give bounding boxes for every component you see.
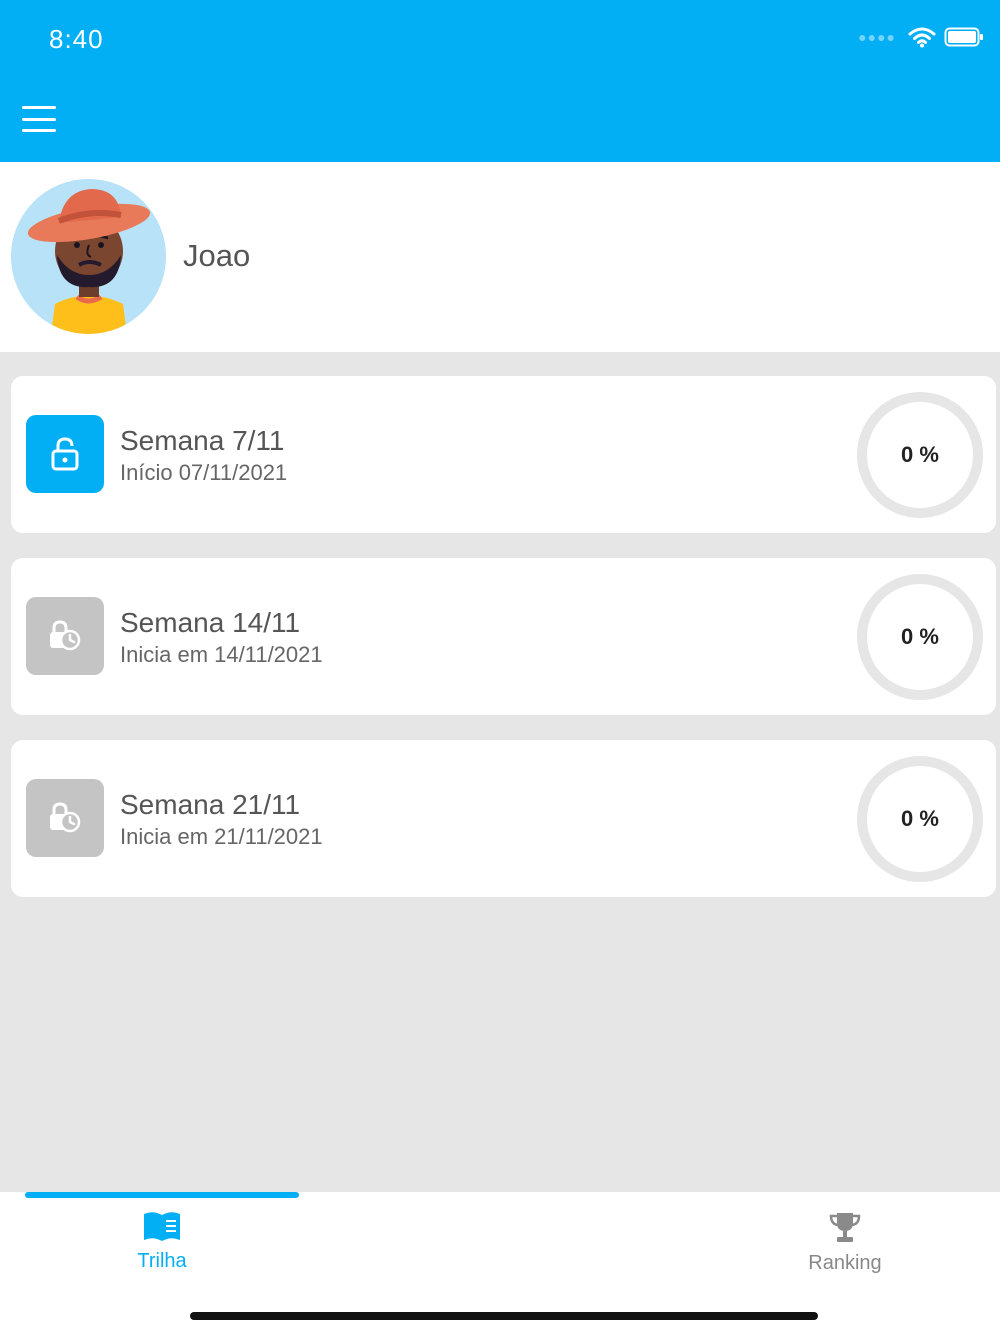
tab-ranking[interactable]: Ranking <box>765 1210 925 1280</box>
hamburger-menu-icon[interactable] <box>22 106 56 132</box>
battery-icon <box>944 27 983 47</box>
week-start-date: Inicia em 21/11/2021 <box>120 824 323 849</box>
week-card[interactable]: Semana 7/11 Início 07/11/2021 0 % <box>11 376 996 533</box>
week-title: Semana 14/11 <box>120 607 301 638</box>
app-header: 8:40 ●●●● <box>0 0 1000 162</box>
progress-label: 0 % <box>901 806 939 831</box>
profile-section: Joao <box>0 162 1000 352</box>
week-title: Semana 7/11 <box>120 425 285 456</box>
progress-ring: 0 % <box>857 756 983 882</box>
status-time: 8:40 <box>49 24 104 54</box>
status-indicators: ●●●● <box>858 26 984 48</box>
week-card[interactable]: Semana 21/11 Inicia em 21/11/2021 0 % <box>11 740 996 897</box>
progress-ring: 0 % <box>857 574 983 700</box>
week-start-date: Início 07/11/2021 <box>120 460 288 485</box>
signal-icon: ●●●● <box>858 29 896 45</box>
progress-label: 0 % <box>901 624 939 649</box>
user-name: Joao <box>183 238 251 273</box>
progress-ring: 0 % <box>857 392 983 518</box>
lock-clock-icon <box>26 779 104 857</box>
active-tab-indicator <box>25 1192 299 1198</box>
home-indicator <box>190 1312 818 1320</box>
tab-trilha[interactable]: Trilha <box>82 1210 242 1280</box>
lock-clock-icon <box>26 597 104 675</box>
progress-label: 0 % <box>901 442 939 467</box>
wifi-icon <box>908 27 936 48</box>
trophy-icon <box>829 1213 861 1242</box>
book-icon <box>144 1212 180 1241</box>
unlock-icon <box>26 415 104 493</box>
tab-trilha-label: Trilha <box>137 1250 187 1272</box>
tab-ranking-label: Ranking <box>808 1252 882 1274</box>
week-title: Semana 21/11 <box>120 789 301 820</box>
week-card[interactable]: Semana 14/11 Inicia em 14/11/2021 0 % <box>11 558 996 715</box>
avatar[interactable] <box>11 179 166 334</box>
week-start-date: Inicia em 14/11/2021 <box>120 642 323 667</box>
